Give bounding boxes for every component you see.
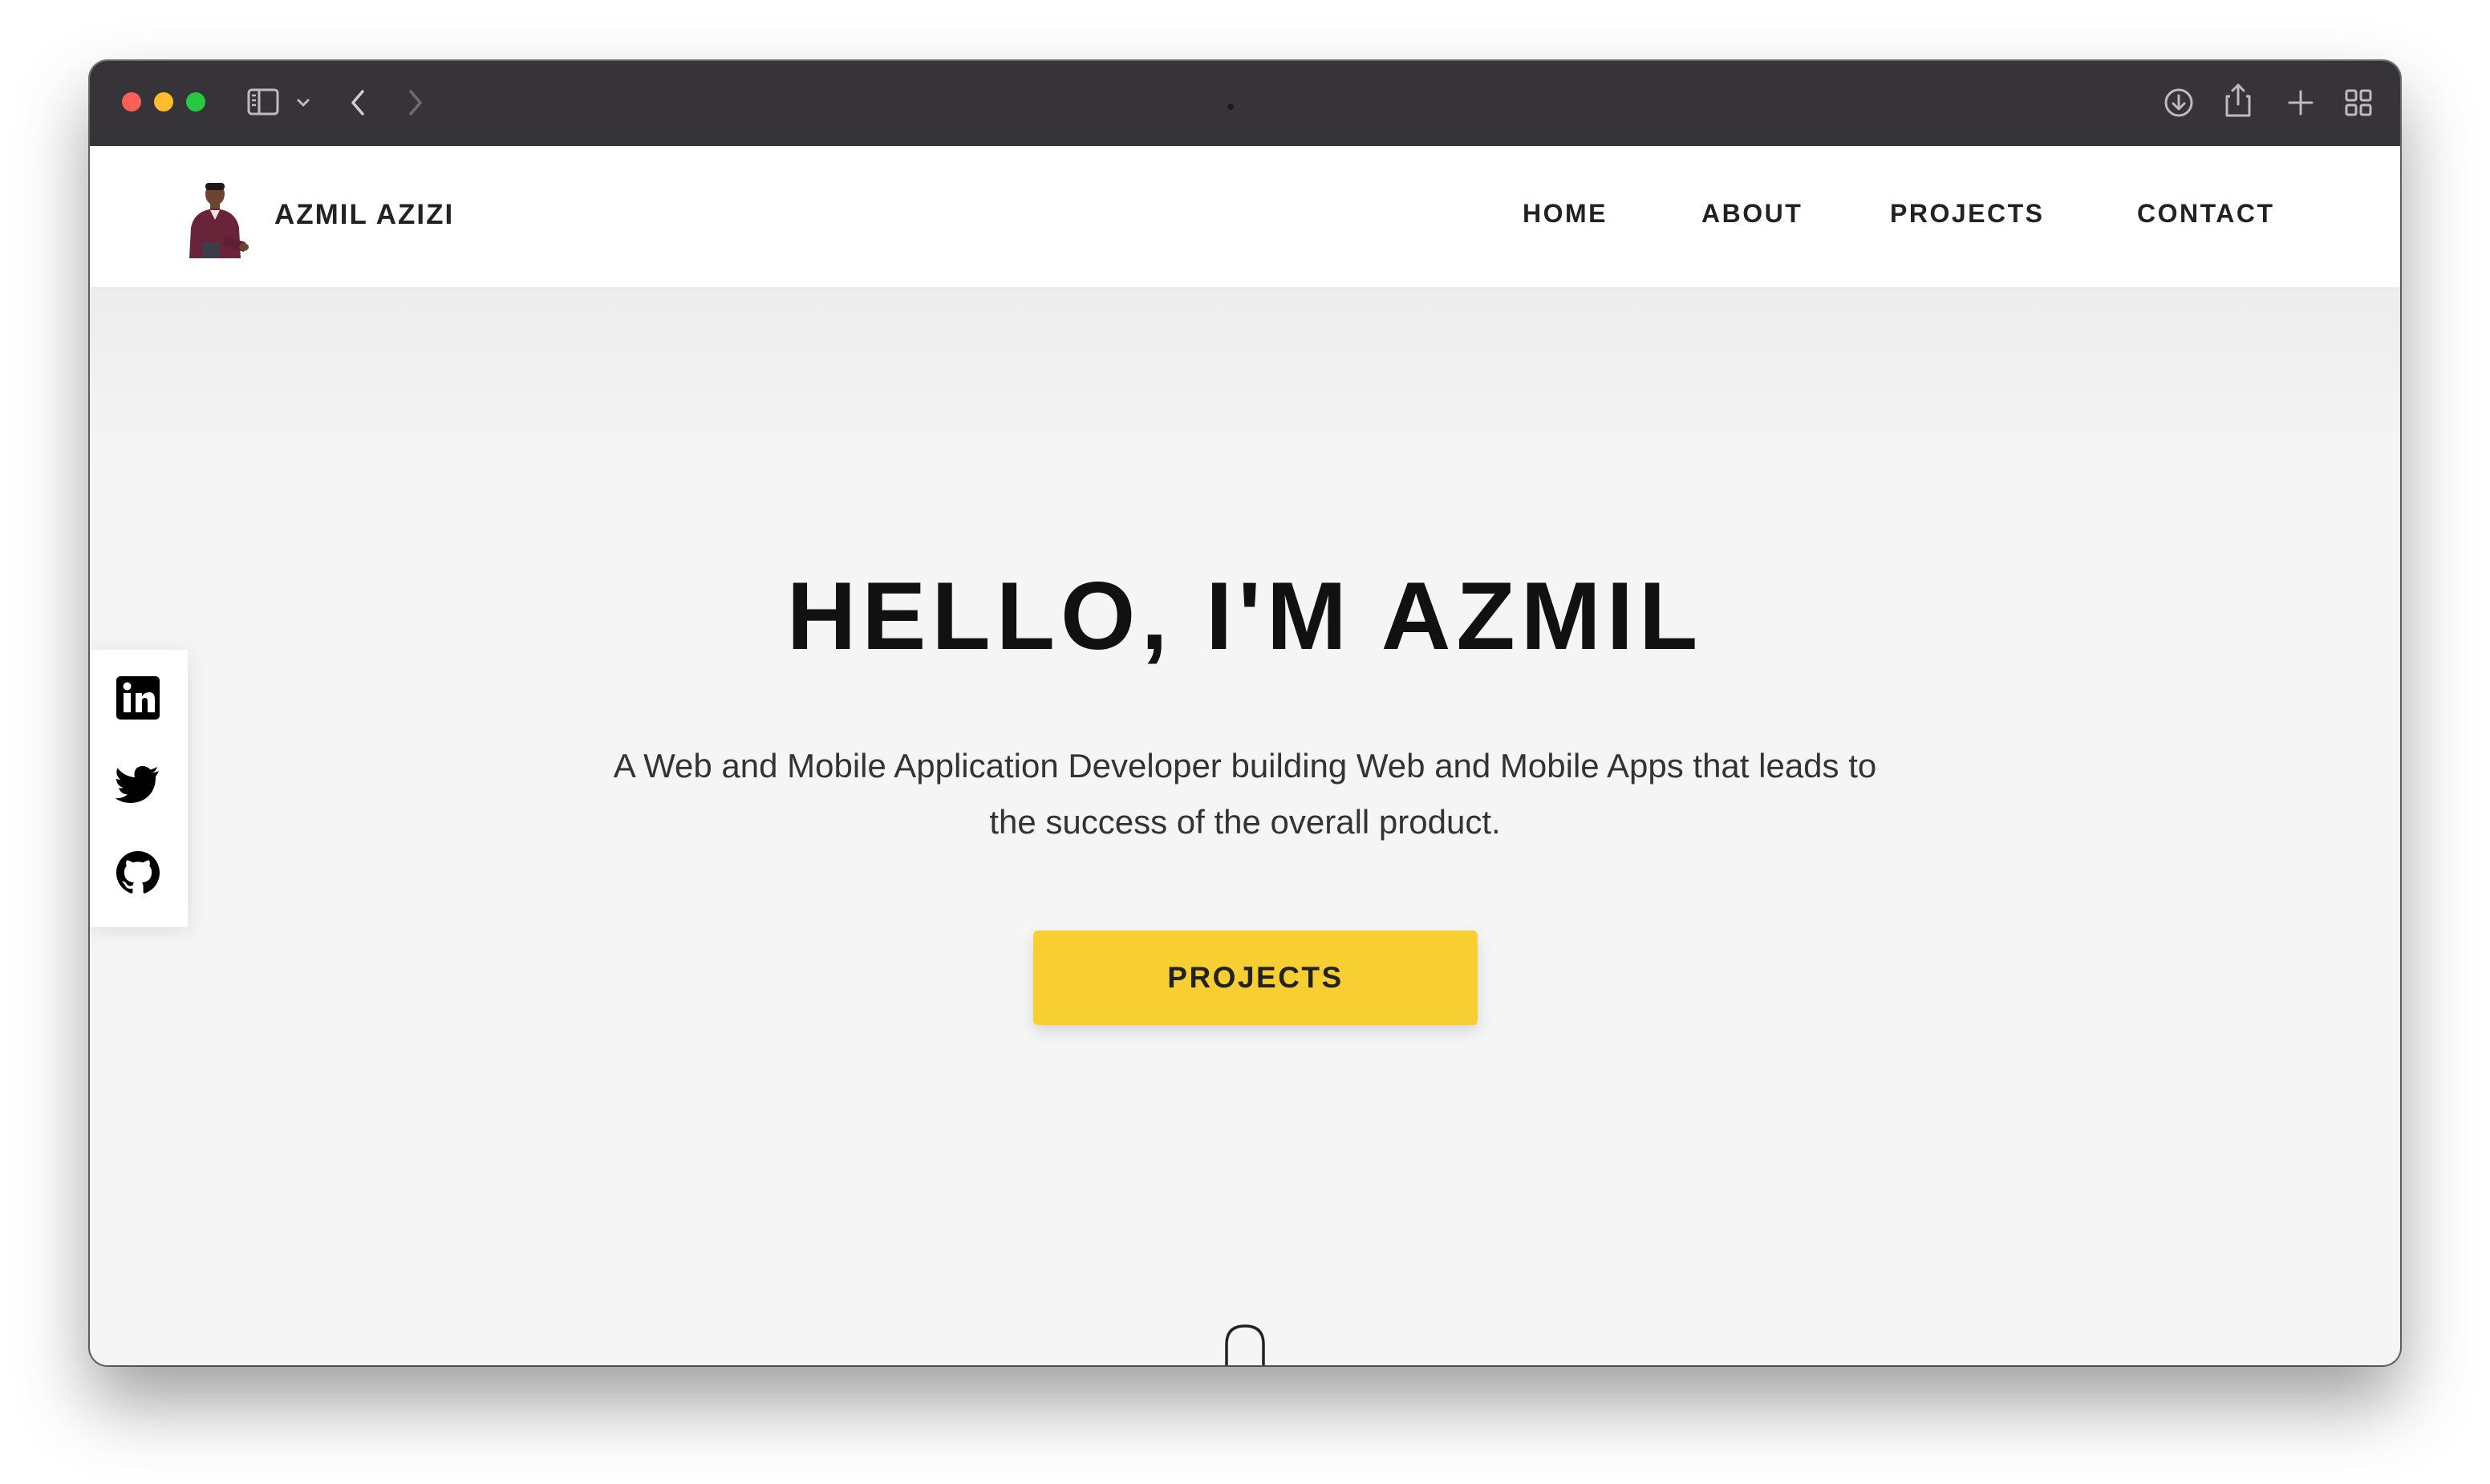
linkedin-icon[interactable] [114,674,162,722]
avatar[interactable] [180,178,250,258]
brand-name[interactable]: AZMIL AZIZI [274,199,454,231]
nav-about[interactable]: ABOUT [1701,197,1803,229]
twitter-icon[interactable] [114,760,162,809]
chevron-down-icon[interactable] [295,96,311,109]
projects-cta-button[interactable]: PROJECTS [1033,931,1478,1025]
site-header: AZMIL AZIZI HOME ABOUT PROJECTS CONTACT [90,146,2400,287]
scroll-mouse-icon[interactable] [1224,1324,1266,1365]
social-sidebar [90,650,188,927]
hero-title: HELLO, I'M AZMIL [786,562,1704,670]
back-arrow-icon[interactable] [348,88,367,117]
close-window-button[interactable] [122,92,141,112]
github-icon[interactable] [114,849,162,897]
hero-subtitle: A Web and Mobile Application Developer b… [613,747,1877,841]
browser-toolbar [90,61,2400,146]
nav-contact[interactable]: CONTACT [2137,197,2275,229]
nav-home[interactable]: HOME [1523,197,1608,229]
new-tab-plus-icon[interactable] [2286,88,2315,117]
address-bar[interactable] [1227,103,1234,110]
sidebar-toggle-icon[interactable] [247,88,279,116]
minimize-window-button[interactable] [154,92,173,112]
share-icon[interactable] [2224,82,2253,119]
forward-arrow-icon[interactable] [406,88,425,117]
download-icon[interactable] [2163,87,2195,119]
header-shadow [90,287,2400,472]
nav-projects[interactable]: PROJECTS [1890,197,2044,229]
tab-overview-icon[interactable] [2344,88,2373,117]
zoom-window-button[interactable] [186,92,205,112]
browser-window: AZMIL AZIZI HOME ABOUT PROJECTS CONTACT … [90,61,2400,1365]
